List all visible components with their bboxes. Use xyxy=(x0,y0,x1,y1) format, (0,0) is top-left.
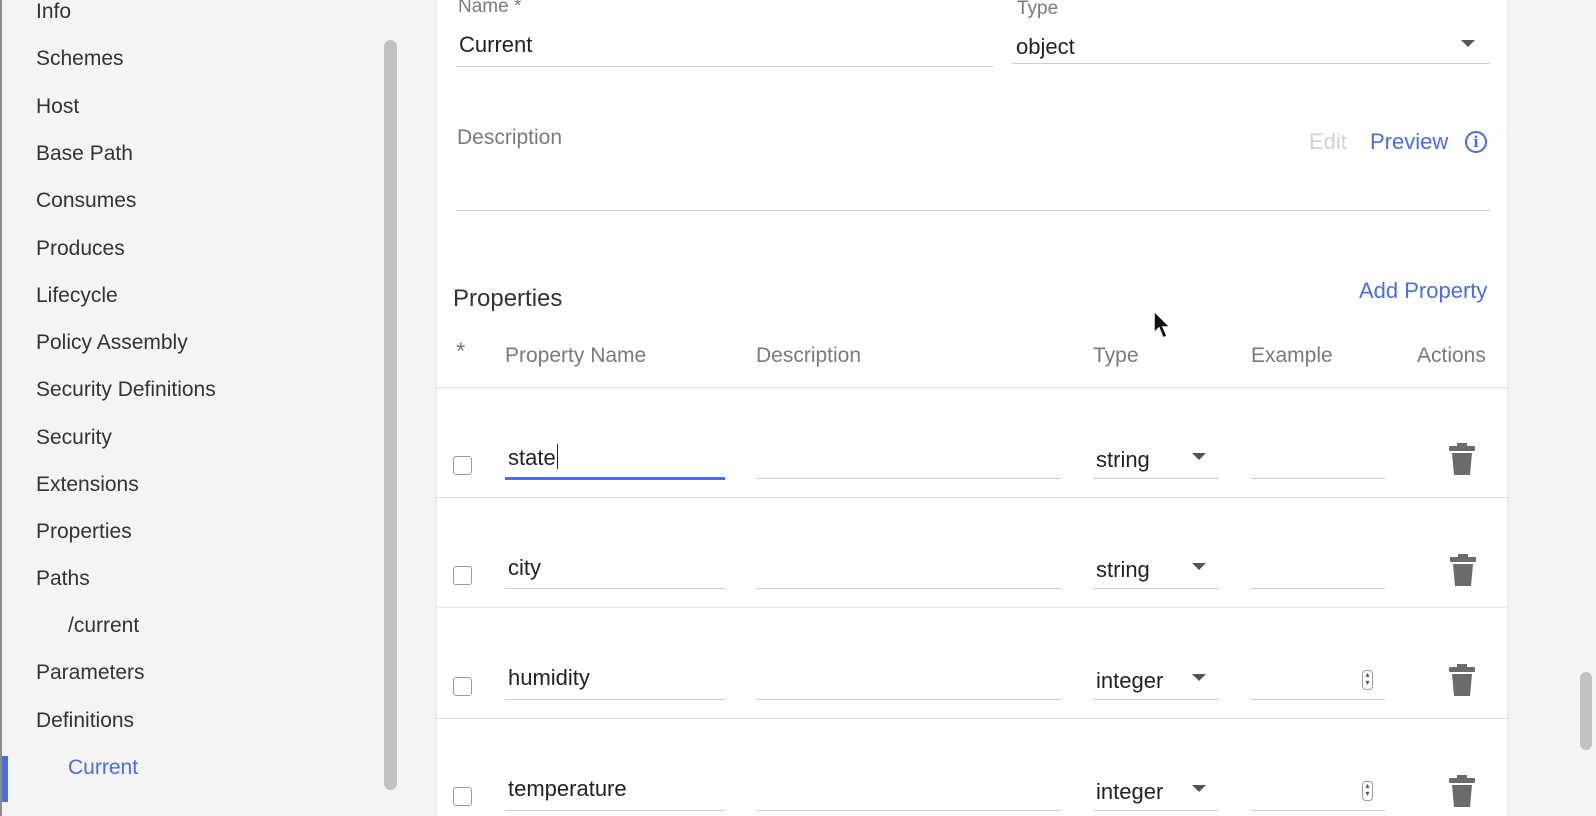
property-type-select[interactable]: string xyxy=(1096,447,1150,473)
trash-icon[interactable] xyxy=(1449,775,1475,807)
mouse-pointer-icon xyxy=(1153,310,1172,340)
property-name-underline xyxy=(505,699,725,700)
description-label: Description xyxy=(457,126,563,149)
trash-icon[interactable] xyxy=(1449,443,1475,475)
property-name-underline xyxy=(505,588,725,589)
sidebar-item-definition-current[interactable]: Current xyxy=(68,756,138,780)
header-divider xyxy=(437,387,1507,388)
name-input[interactable]: Current xyxy=(459,32,532,58)
property-example-underline xyxy=(1251,699,1385,700)
property-type-underline xyxy=(1093,588,1219,589)
trash-icon[interactable] xyxy=(1450,554,1476,586)
sidebar-item-security-definitions[interactable]: Security Definitions xyxy=(36,378,216,402)
chevron-down-icon[interactable] xyxy=(1192,563,1206,570)
property-description-underline xyxy=(756,810,1061,811)
property-example-underline xyxy=(1251,588,1385,589)
property-name-input[interactable]: temperature xyxy=(508,776,627,802)
sidebar-scrollbar-thumb[interactable] xyxy=(384,40,397,790)
property-type-select[interactable]: string xyxy=(1096,557,1150,583)
property-name-input[interactable]: city xyxy=(508,555,541,581)
property-type-underline xyxy=(1093,478,1219,479)
col-actions: Actions xyxy=(1417,344,1486,367)
col-required: * xyxy=(456,338,466,365)
type-underline xyxy=(1012,63,1490,64)
sidebar: Info Schemes Host Base Path Consumes Pro… xyxy=(0,0,380,816)
definition-card xyxy=(436,0,1508,816)
number-spinner-icon[interactable]: ▴ ▾ xyxy=(1362,781,1373,801)
active-indicator xyxy=(2,756,8,802)
description-input[interactable] xyxy=(456,210,1490,211)
property-name-input[interactable]: humidity xyxy=(508,665,590,691)
preview-tab[interactable]: Preview xyxy=(1370,129,1448,155)
chevron-down-icon[interactable] xyxy=(1192,674,1206,681)
row-divider xyxy=(437,607,1507,608)
trash-icon[interactable] xyxy=(1449,664,1475,696)
col-example: Example xyxy=(1251,344,1333,367)
required-checkbox[interactable] xyxy=(453,787,472,806)
property-type-underline xyxy=(1093,810,1219,811)
property-name-underline xyxy=(505,810,725,811)
col-property-name: Property Name xyxy=(505,344,647,367)
properties-title: Properties xyxy=(453,285,563,312)
sidebar-item-host[interactable]: Host xyxy=(36,95,79,119)
chevron-down-icon[interactable] xyxy=(1192,453,1206,460)
required-checkbox[interactable] xyxy=(453,677,472,696)
property-type-select[interactable]: integer xyxy=(1096,779,1163,805)
property-description-underline xyxy=(756,478,1061,479)
text-cursor xyxy=(556,444,558,469)
property-name-input[interactable]: state xyxy=(508,444,558,471)
required-checkbox[interactable] xyxy=(453,456,472,475)
sidebar-item-produces[interactable]: Produces xyxy=(36,237,125,261)
add-property-button[interactable]: Add Property xyxy=(1359,278,1487,304)
property-name-focus-underline xyxy=(505,477,725,480)
sidebar-item-policy-assembly[interactable]: Policy Assembly xyxy=(36,331,188,355)
col-type: Type xyxy=(1093,344,1139,367)
property-type-underline xyxy=(1093,699,1219,700)
sidebar-item-parameters[interactable]: Parameters xyxy=(36,661,145,685)
sidebar-item-properties[interactable]: Properties xyxy=(36,520,132,544)
col-description: Description xyxy=(756,344,862,367)
required-checkbox[interactable] xyxy=(453,566,472,585)
number-spinner-icon[interactable]: ▴ ▾ xyxy=(1362,670,1373,690)
type-select[interactable]: object xyxy=(1016,34,1075,60)
type-label: Type xyxy=(1017,0,1059,19)
property-description-underline xyxy=(756,588,1061,589)
property-example-underline xyxy=(1251,478,1385,479)
edit-tab[interactable]: Edit xyxy=(1309,129,1347,155)
property-description-underline xyxy=(756,699,1061,700)
sidebar-item-schemes[interactable]: Schemes xyxy=(36,47,124,71)
property-example-underline xyxy=(1251,810,1385,811)
sidebar-item-lifecycle[interactable]: Lifecycle xyxy=(36,284,118,308)
sidebar-item-extensions[interactable]: Extensions xyxy=(36,473,139,497)
sidebar-item-definitions[interactable]: Definitions xyxy=(36,709,134,733)
row-divider xyxy=(437,718,1507,719)
property-type-select[interactable]: integer xyxy=(1096,668,1163,694)
row-divider xyxy=(437,497,1507,498)
sidebar-item-paths[interactable]: Paths xyxy=(36,567,90,591)
chevron-down-icon[interactable] xyxy=(1192,785,1206,792)
sidebar-item-security[interactable]: Security xyxy=(36,426,112,450)
name-label: Name * xyxy=(458,0,522,17)
main-scrollbar-thumb[interactable] xyxy=(1580,672,1592,750)
type-dropdown-icon[interactable] xyxy=(1461,40,1475,47)
name-underline xyxy=(456,66,993,67)
sidebar-item-path-current[interactable]: /current xyxy=(68,614,139,638)
sidebar-item-base-path[interactable]: Base Path xyxy=(36,142,133,166)
sidebar-item-info[interactable]: Info xyxy=(36,0,71,24)
sidebar-item-consumes[interactable]: Consumes xyxy=(36,189,136,213)
info-icon[interactable]: i xyxy=(1465,131,1487,153)
